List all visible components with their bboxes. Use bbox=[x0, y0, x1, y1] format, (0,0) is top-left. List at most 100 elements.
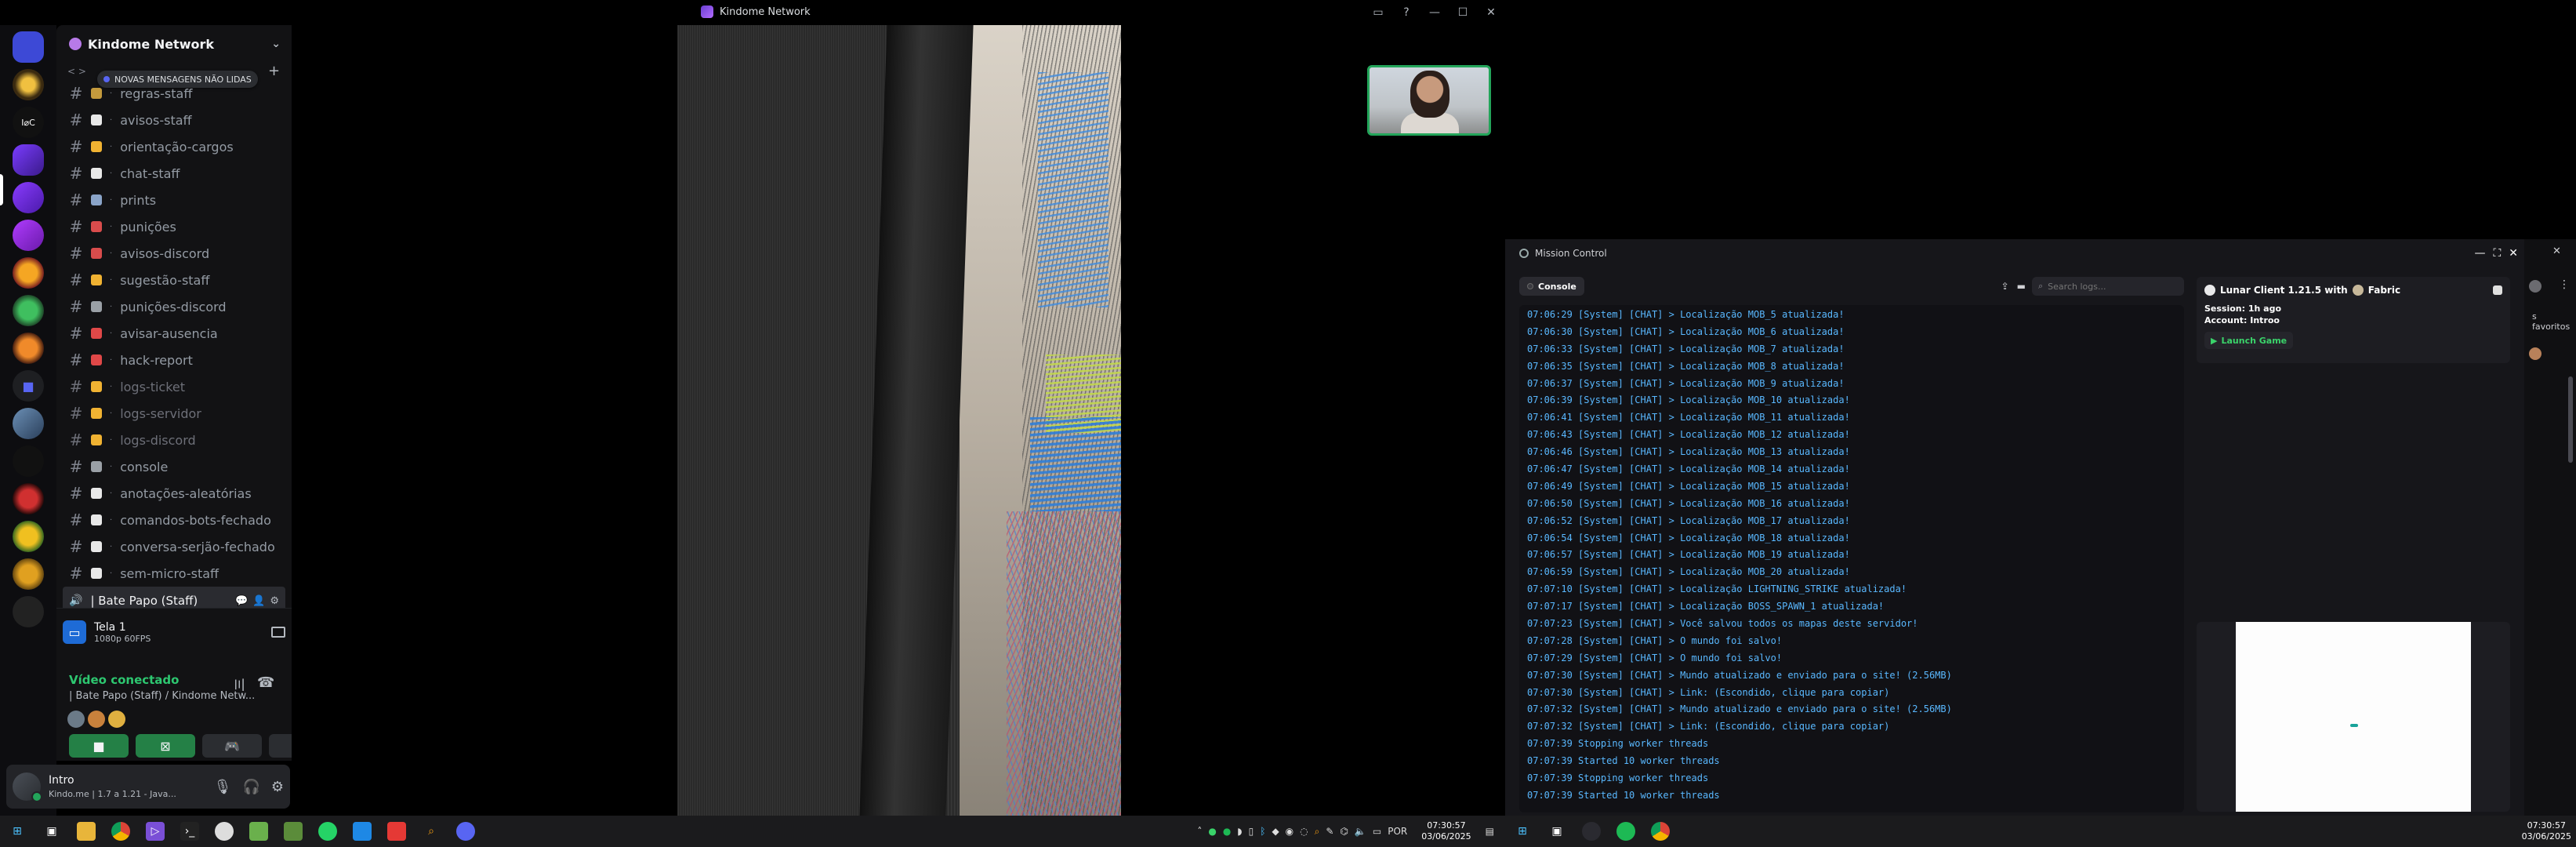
battery-icon[interactable]: ▭ bbox=[1373, 826, 1381, 837]
chrome-icon[interactable] bbox=[1651, 822, 1670, 841]
chevron-down-icon[interactable]: ⌄ bbox=[271, 38, 281, 50]
inbox-icon[interactable]: ▭ bbox=[1364, 0, 1392, 25]
tray-app-icon[interactable]: ◆ bbox=[1272, 826, 1279, 837]
clock[interactable]: 07:30:57 03/06/2025 bbox=[2522, 820, 2571, 842]
channel-item[interactable]: # · conversa-serjão-fechado bbox=[63, 533, 285, 560]
spotify-icon[interactable] bbox=[1616, 822, 1635, 841]
server-icon[interactable] bbox=[13, 69, 44, 100]
search-input[interactable] bbox=[2048, 281, 2174, 292]
channel-item[interactable]: # · orientação-cargos bbox=[63, 133, 285, 160]
avatar[interactable] bbox=[13, 772, 42, 802]
task-view-icon[interactable]: ▣ bbox=[1547, 822, 1566, 841]
activity-button[interactable]: 🎮 bbox=[202, 734, 262, 758]
spotify-icon[interactable]: ● bbox=[1223, 826, 1231, 837]
server-icon[interactable] bbox=[13, 445, 44, 477]
pip-video[interactable] bbox=[1367, 65, 1491, 136]
launch-game-button[interactable]: ▶ Launch Game bbox=[2204, 332, 2294, 349]
visual-studio-icon[interactable]: ▷ bbox=[146, 822, 165, 841]
username[interactable]: Intro bbox=[49, 774, 176, 787]
lunar-client-icon[interactable] bbox=[1582, 822, 1601, 841]
network-icon[interactable]: ⌬ bbox=[1340, 826, 1348, 837]
more-icon[interactable]: ⋮ bbox=[2559, 278, 2570, 291]
scrollbar[interactable] bbox=[2568, 376, 2573, 463]
close-button[interactable]: ✕ bbox=[1477, 0, 1505, 25]
server-icon[interactable] bbox=[13, 333, 44, 364]
avatar[interactable] bbox=[108, 711, 125, 728]
folder-icon[interactable]: ▬ bbox=[2017, 281, 2026, 292]
channel-item[interactable]: # · avisar-ausencia bbox=[63, 320, 285, 347]
signal-icon[interactable]: 〣 bbox=[232, 674, 246, 695]
tray-app-icon[interactable]: ◌ bbox=[1300, 826, 1308, 837]
headphones-icon[interactable]: 🎧 bbox=[242, 779, 259, 795]
voice-location[interactable]: | Bate Papo (Staff) / Kindome Netw... bbox=[69, 690, 255, 702]
github-icon[interactable] bbox=[215, 822, 234, 841]
maximize-button[interactable]: ⛶ bbox=[2493, 247, 2501, 260]
search-icon[interactable]: ⌕ bbox=[422, 822, 441, 841]
tray-app-icon[interactable]: ⌕ bbox=[1315, 826, 1320, 838]
server-icon[interactable] bbox=[13, 182, 44, 213]
chat-icon[interactable]: 💬 bbox=[235, 595, 248, 607]
minimize-button[interactable]: — bbox=[1420, 0, 1449, 25]
server-icon[interactable] bbox=[13, 521, 44, 552]
tab-console[interactable]: Console bbox=[1519, 277, 1584, 296]
start-icon[interactable]: ⊞ bbox=[8, 822, 27, 841]
minecraft-icon[interactable] bbox=[284, 822, 303, 841]
tray-app-icon[interactable]: ▯ bbox=[1249, 826, 1254, 837]
clock[interactable]: 07:30:57 03/06/2025 bbox=[1421, 820, 1471, 842]
avatar[interactable] bbox=[67, 711, 85, 728]
chrome-icon[interactable] bbox=[111, 822, 130, 841]
main-video-stream[interactable] bbox=[677, 25, 1121, 816]
minimize-button[interactable]: — bbox=[2474, 247, 2485, 260]
channel-item[interactable]: # · prints bbox=[63, 187, 285, 213]
whatsapp-icon[interactable] bbox=[318, 822, 337, 841]
options-icon[interactable] bbox=[2493, 285, 2502, 295]
gear-icon[interactable]: ⚙ bbox=[271, 779, 284, 795]
tray-app-icon[interactable]: ● bbox=[1208, 826, 1216, 837]
server-icon[interactable] bbox=[13, 257, 44, 289]
camera-button[interactable]: ■ bbox=[69, 734, 129, 758]
channel-item[interactable]: # · logs-discord bbox=[63, 427, 285, 453]
task-view-icon[interactable]: ▣ bbox=[42, 822, 61, 841]
file-explorer-icon[interactable] bbox=[77, 822, 96, 841]
avatar[interactable] bbox=[88, 711, 105, 728]
channel-item[interactable]: # · avisos-staff bbox=[63, 107, 285, 133]
channel-item[interactable]: # · hack-report bbox=[63, 347, 285, 373]
help-icon[interactable]: ? bbox=[1392, 0, 1420, 25]
tray-app-icon[interactable]: ◗ bbox=[1237, 826, 1242, 837]
disconnect-icon[interactable]: ☎ bbox=[257, 674, 274, 695]
app-icon[interactable] bbox=[353, 822, 372, 841]
language-indicator[interactable]: POR bbox=[1388, 826, 1407, 837]
server-icon[interactable] bbox=[13, 220, 44, 251]
maximize-button[interactable]: ☐ bbox=[1449, 0, 1477, 25]
stream-row[interactable]: ▭ Tela 1 1080p 60FPS bbox=[63, 616, 285, 648]
channel-item[interactable]: # · sem-micro-staff bbox=[63, 560, 285, 587]
server-icon[interactable] bbox=[13, 295, 44, 326]
notepad-icon[interactable] bbox=[249, 822, 268, 841]
discord-taskbar-icon[interactable] bbox=[456, 822, 475, 841]
channel-item[interactable]: # · sugestão-staff bbox=[63, 267, 285, 293]
terminal-icon[interactable]: ›_ bbox=[180, 822, 199, 841]
channel-item[interactable]: # · comandos-bots-fechado bbox=[63, 507, 285, 533]
steam-icon[interactable]: ◉ bbox=[1286, 826, 1293, 837]
microphone-icon[interactable]: 🎙 bbox=[214, 779, 232, 795]
screen-share-button[interactable]: ⊠ bbox=[136, 734, 195, 758]
gear-icon[interactable]: ⚙ bbox=[270, 595, 279, 607]
channel-item[interactable]: # · punições bbox=[63, 213, 285, 240]
search-box[interactable]: ⌕ bbox=[2032, 277, 2184, 296]
bluetooth-icon[interactable]: ᛒ bbox=[1260, 826, 1265, 837]
channel-item[interactable]: # · console bbox=[63, 453, 285, 480]
server-icon[interactable] bbox=[13, 558, 44, 590]
log-output[interactable]: 07:06:29 [System] [CHAT] > Localização M… bbox=[1519, 305, 2184, 812]
nav-arrows[interactable]: < > bbox=[67, 66, 86, 77]
close-icon[interactable]: ✕ bbox=[2552, 245, 2561, 257]
channel-item[interactable]: # · logs-servidor bbox=[63, 400, 285, 427]
app-icon[interactable] bbox=[387, 822, 406, 841]
guild-header[interactable]: Kindome Network ⌄ bbox=[56, 25, 292, 63]
volume-icon[interactable]: 🔈 bbox=[1355, 826, 1366, 837]
stop-stream-icon[interactable] bbox=[271, 627, 285, 638]
server-icon[interactable] bbox=[13, 596, 44, 627]
channel-item[interactable]: # · chat-staff bbox=[63, 160, 285, 187]
server-icon[interactable] bbox=[13, 144, 44, 176]
server-icon[interactable] bbox=[13, 408, 44, 439]
channel-item[interactable]: # · logs-ticket bbox=[63, 373, 285, 400]
